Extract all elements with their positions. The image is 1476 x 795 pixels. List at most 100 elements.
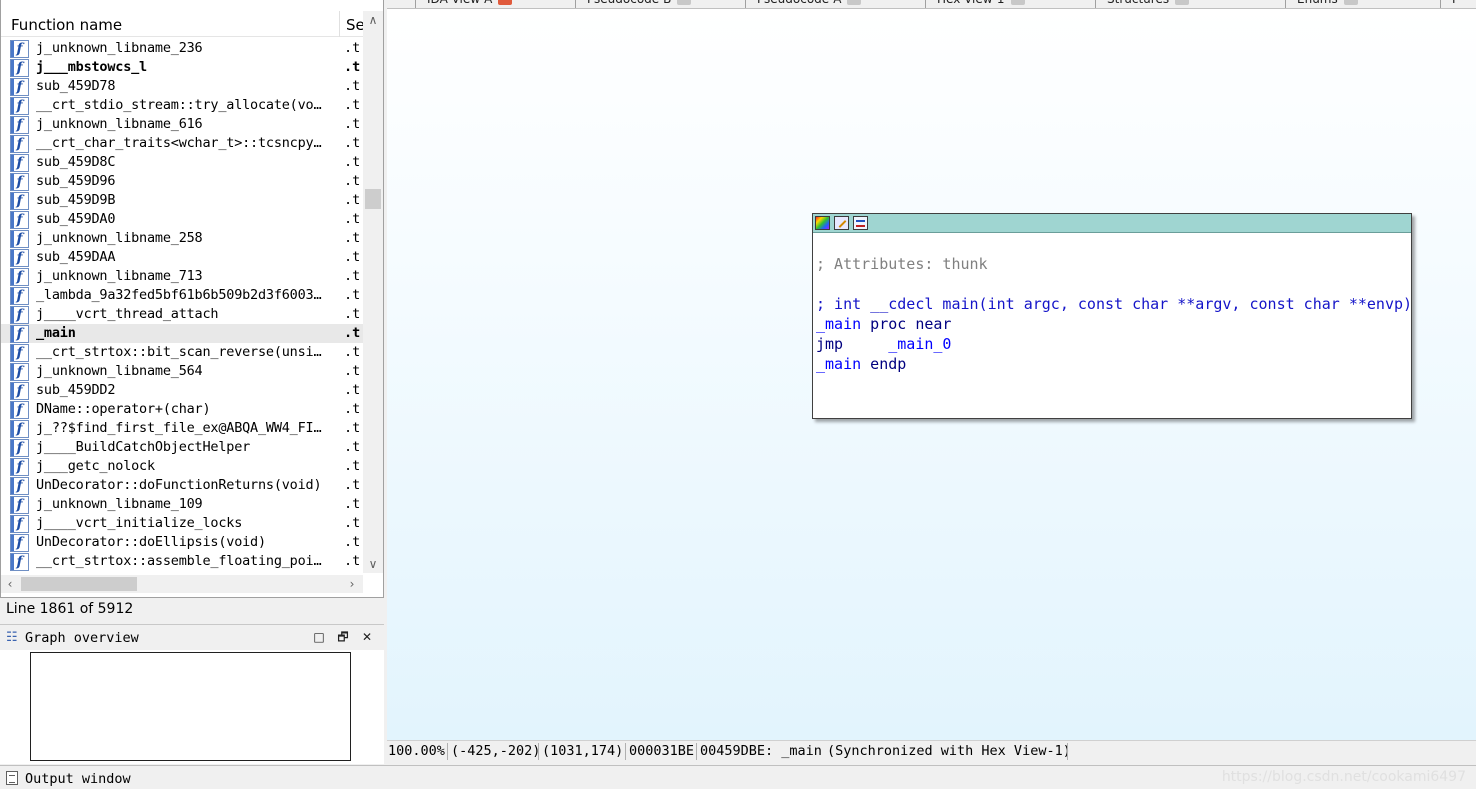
function-icon: f [10, 401, 29, 419]
column-header-segment[interactable]: Se [346, 16, 365, 34]
function-row[interactable]: f UnDecorator::doEllipsis(void) .t [1, 533, 363, 552]
function-name: UnDecorator::doFunctionReturns(void) [36, 477, 322, 493]
status-divider [696, 743, 697, 760]
function-name: j____vcrt_initialize_locks [36, 515, 243, 531]
tab-divider [1440, 0, 1441, 8]
function-row[interactable]: f sub_459DD2 .t [1, 381, 363, 400]
view-tab[interactable]: Pseudocode-B [587, 0, 692, 8]
function-row[interactable]: f UnDecorator::doFunctionReturns(void) .t [1, 476, 363, 495]
node-disassembly[interactable]: ; Attributes: thunk​; int __cdecl main(i… [816, 254, 1412, 374]
vertical-scroll-thumb[interactable] [365, 189, 381, 209]
function-icon: f [10, 363, 29, 381]
function-row[interactable]: f sub_459D78 .t [1, 77, 363, 96]
scroll-right-arrow-icon[interactable]: › [343, 575, 361, 593]
view-tab[interactable]: IDA View-A [427, 0, 513, 8]
close-button[interactable]: ✕ [358, 628, 376, 646]
tab-close-icon[interactable] [847, 0, 862, 5]
function-row[interactable]: f sub_459D9B .t [1, 191, 363, 210]
function-icon: f [10, 211, 29, 229]
function-row[interactable]: f __crt_strtox::assemble_floating_poi… .t [1, 552, 363, 571]
graph-overview-canvas[interactable] [0, 650, 384, 764]
function-row[interactable]: f _lambda_9a32fed5bf61b6b509b2d3f6003… .t [1, 286, 363, 305]
function-row[interactable]: f _main .t [1, 324, 363, 343]
ida-graph-view[interactable]: ; Attributes: thunk​; int __cdecl main(i… [387, 9, 1476, 740]
function-row[interactable]: f j____BuildCatchObjectHelper .t [1, 438, 363, 457]
attributes-comment: ; Attributes: thunk [816, 255, 988, 273]
function-icon: f [10, 534, 29, 552]
function-row[interactable]: f j_unknown_libname_258 .t [1, 229, 363, 248]
function-segment: .t [344, 97, 361, 113]
column-header-function-name[interactable]: Function name [11, 16, 122, 34]
function-row[interactable]: f sub_459DAA .t [1, 248, 363, 267]
function-row[interactable]: f sub_459D8C .t [1, 153, 363, 172]
scroll-up-arrow-icon[interactable]: ∧ [363, 11, 383, 29]
graph-overview-title: Graph overview [25, 630, 139, 646]
tab-label: Pseudocode-A [757, 0, 841, 6]
tab-close-icon[interactable] [677, 0, 692, 5]
function-row[interactable]: f __crt_char_traits<wchar_t>::tcsncpy… .t [1, 134, 363, 153]
view-tab[interactable]: Hex View-1 [937, 0, 1025, 8]
tab-label: Structures [1107, 0, 1169, 6]
function-name: j___getc_nolock [36, 458, 155, 474]
ida-view-statusbar: 100.00% (-425,-202) (1031,174) 000031BE … [387, 740, 1476, 762]
function-row[interactable]: f j_??$find_first_file_ex@ABQA_WW4_FI… .t [1, 419, 363, 438]
jmp-target[interactable]: _main_0 [888, 335, 951, 353]
float-button[interactable]: 🗗 [334, 628, 352, 646]
node-rename-icon[interactable] [834, 216, 849, 230]
functions-vertical-scrollbar[interactable]: ∧ ∨ [363, 11, 383, 573]
function-row[interactable]: f j___getc_nolock .t [1, 457, 363, 476]
function-row[interactable]: f j____vcrt_thread_attach .t [1, 305, 363, 324]
function-row[interactable]: f j_unknown_libname_109 .t [1, 495, 363, 514]
function-row[interactable]: f j_unknown_libname_236 .t [1, 39, 363, 58]
function-row[interactable]: f __crt_stdio_stream::try_allocate(vo… .t [1, 96, 363, 115]
graph-node-main[interactable]: ; Attributes: thunk​; int __cdecl main(i… [812, 213, 1412, 419]
function-name: __crt_stdio_stream::try_allocate(vo… [36, 97, 322, 113]
function-segment: .t [344, 382, 361, 398]
function-icon: f [10, 344, 29, 362]
node-color-icon[interactable] [815, 216, 830, 230]
function-name: j____vcrt_thread_attach [36, 306, 219, 322]
jmp-padding [843, 335, 888, 353]
function-segment: .t [344, 249, 361, 265]
function-row[interactable]: f j____vcrt_initialize_locks .t [1, 514, 363, 533]
tab-close-icon[interactable] [1343, 0, 1358, 5]
function-name: j_unknown_libname_109 [36, 496, 203, 512]
function-row[interactable]: f j_unknown_libname_564 .t [1, 362, 363, 381]
function-segment: .t [344, 135, 361, 151]
view-tab[interactable]: Enums [1297, 0, 1358, 8]
view-tab[interactable]: I [1452, 0, 1456, 8]
view-tab[interactable]: Pseudocode-A [757, 0, 862, 8]
function-row[interactable]: f j_unknown_libname_713 .t [1, 267, 363, 286]
function-name: __crt_char_traits<wchar_t>::tcsncpy… [36, 135, 322, 151]
scroll-left-arrow-icon[interactable]: ‹ [1, 575, 19, 593]
tab-close-icon[interactable] [1175, 0, 1190, 5]
functions-horizontal-scrollbar[interactable]: ‹ › [1, 575, 363, 593]
view-tab[interactable]: Structures [1107, 0, 1190, 8]
function-row[interactable]: f j_unknown_libname_616 .t [1, 115, 363, 134]
functions-line-status: Line 1861 of 5912 [0, 598, 384, 622]
tab-close-icon[interactable] [498, 0, 513, 5]
function-row[interactable]: f j___mbstowcs_l .t [1, 58, 363, 77]
column-divider[interactable] [339, 11, 340, 37]
function-segment: .t [344, 78, 361, 94]
function-row[interactable]: f sub_459D96 .t [1, 172, 363, 191]
endp-name[interactable]: _main [816, 355, 861, 373]
function-name: __crt_strtox::bit_scan_reverse(unsi… [36, 344, 322, 360]
function-name: j_??$find_first_file_ex@ABQA_WW4_FI… [36, 420, 322, 436]
function-segment: .t [344, 401, 361, 417]
horizontal-scroll-thumb[interactable] [21, 577, 137, 591]
function-row[interactable]: f __crt_strtox::bit_scan_reverse(unsi… .t [1, 343, 363, 362]
graph-overview-viewport[interactable] [30, 652, 351, 761]
node-group-icon[interactable] [853, 216, 868, 230]
function-row[interactable]: f sub_459DA0 .t [1, 210, 363, 229]
maximize-button[interactable]: □ [310, 628, 328, 646]
function-row[interactable]: f DName::operator+(char) .t [1, 400, 363, 419]
status-divider [538, 743, 539, 760]
tab-close-icon[interactable] [1010, 0, 1025, 5]
scroll-down-arrow-icon[interactable]: ∨ [363, 555, 383, 573]
function-name: sub_459DAA [36, 249, 116, 265]
proc-name[interactable]: _main [816, 315, 861, 333]
function-icon: f [10, 306, 29, 324]
functions-list: f j_unknown_libname_236 .t f j___mbstowcs_l.… [1, 39, 363, 573]
output-window-body[interactable] [0, 789, 1476, 795]
